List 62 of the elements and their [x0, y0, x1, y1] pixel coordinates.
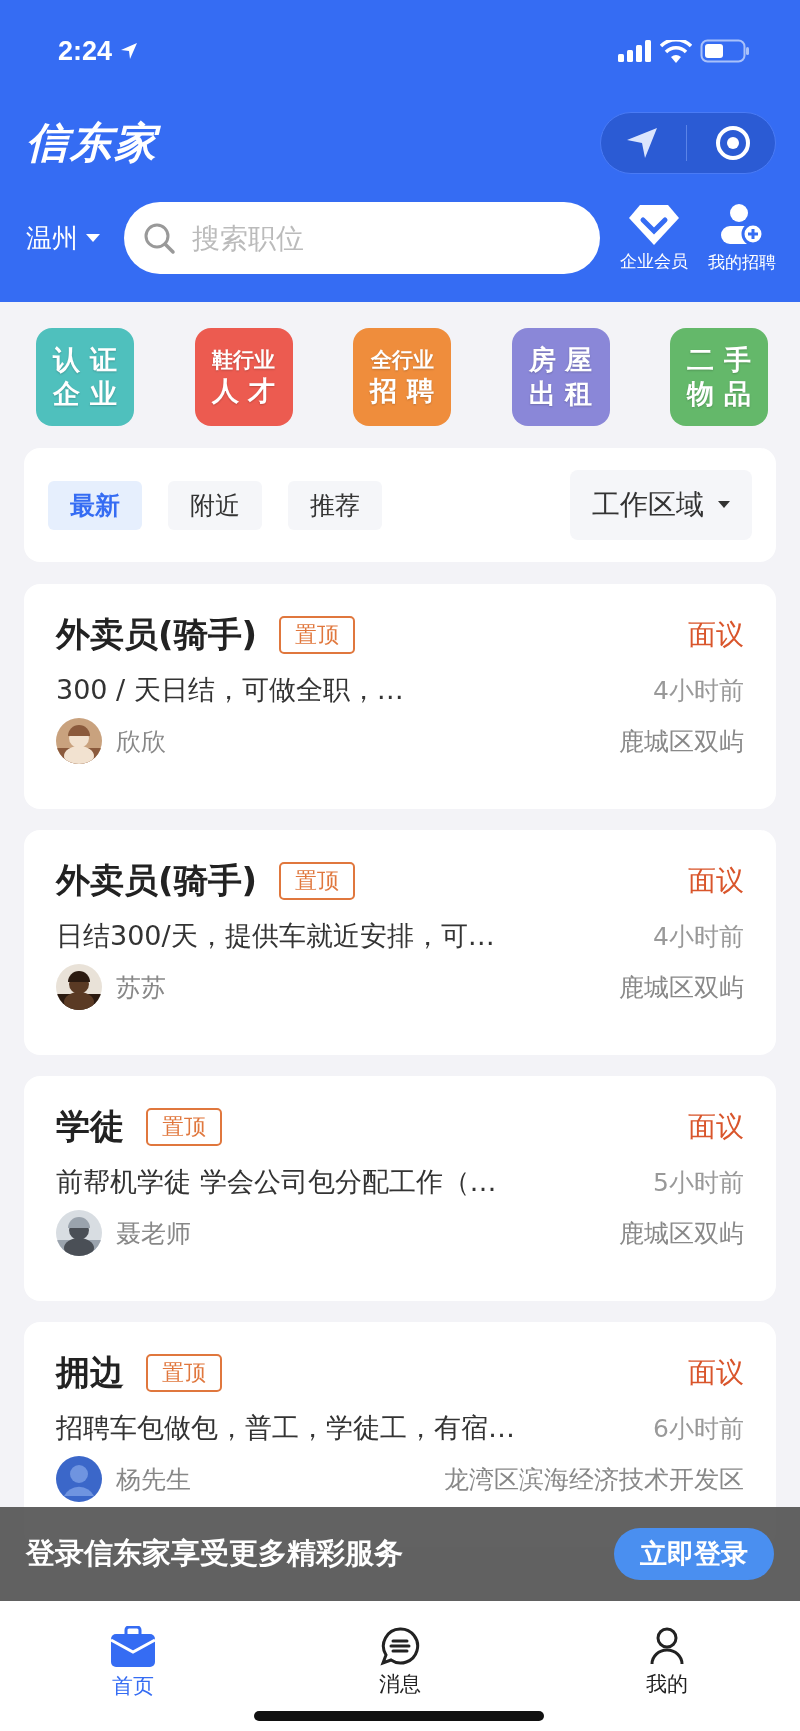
poster-name: 杨先生: [116, 1463, 191, 1496]
target-icon[interactable]: [713, 124, 752, 162]
pinned-tag: 置顶: [146, 1108, 222, 1146]
job-location: 鹿城区双屿: [619, 971, 744, 1004]
wifi-icon: [660, 39, 692, 63]
caret-icon: [86, 233, 100, 243]
location-arrow-icon: [120, 42, 139, 60]
pinned-tag: 置顶: [279, 616, 356, 654]
salary-text: 面议: [688, 1355, 744, 1391]
job-card[interactable]: 学徒 置顶 面议 前帮机学徒 学会公司包分配工作（… 5小时前 聂老师 鹿城区双屿: [24, 1076, 776, 1301]
category-tile[interactable]: 二 手 物 品: [670, 328, 768, 426]
job-title: 拥边: [56, 1351, 124, 1394]
job-title: 外卖员(骑手): [56, 859, 258, 902]
avatar-icon: [56, 1456, 102, 1502]
job-description: 300 / 天日结，可做全职，…: [56, 673, 404, 707]
header-action-button[interactable]: 企业会员: [620, 203, 688, 273]
category-tile[interactable]: 全行业 招 聘: [353, 328, 451, 426]
filter-tab[interactable]: 推荐: [288, 480, 382, 530]
tab-bar-item[interactable]: 我的: [606, 1625, 727, 1699]
chat-icon: [380, 1626, 420, 1666]
job-location: 鹿城区双屿: [619, 725, 744, 758]
poster-name: 聂老师: [116, 1217, 191, 1250]
login-button[interactable]: 立即登录: [614, 1528, 774, 1580]
job-title: 外卖员(骑手): [56, 613, 258, 656]
briefcase-icon: [110, 1626, 157, 1668]
job-title: 学徒: [56, 1105, 124, 1148]
battery-icon: [700, 39, 750, 63]
diamond-icon: [628, 203, 680, 246]
job-card[interactable]: 外卖员(骑手) 置顶 面议 日结300/天，提供车就近安排，可… 4小时前 苏苏 鹿城区双屿: [24, 830, 776, 1055]
poster-name: 欣欣: [116, 725, 166, 758]
category-tile[interactable]: 鞋行业 人 才: [194, 328, 293, 426]
filter-tab[interactable]: 最新: [48, 480, 142, 530]
salary-text: 面议: [688, 863, 744, 899]
filter-tab[interactable]: 附近: [168, 480, 262, 530]
user-add-icon: [719, 202, 765, 247]
status-time: 2:24: [58, 35, 113, 67]
category-tile[interactable]: 房 屋 出 租: [511, 328, 610, 426]
tab-bar-item[interactable]: 首页: [73, 1625, 194, 1701]
salary-text: 面议: [688, 617, 744, 653]
job-description: 前帮机学徒 学会公司包分配工作（…: [56, 1165, 497, 1199]
header-action-button[interactable]: 我的招聘: [708, 202, 776, 274]
post-time: 5小时前: [653, 1166, 744, 1199]
job-card[interactable]: 外卖员(骑手) 置顶 面议 300 / 天日结，可做全职，… 4小时前 欣欣 鹿城区双屿: [24, 584, 776, 809]
post-time: 4小时前: [653, 674, 744, 707]
tab-bar-item[interactable]: 消息: [340, 1625, 460, 1699]
user-icon: [648, 1626, 685, 1666]
job-location: 鹿城区双屿: [619, 1217, 744, 1250]
job-description: 日结300/天，提供车就近安排，可…: [56, 919, 495, 953]
signal-icon: [618, 40, 652, 62]
job-description: 招聘车包做包，普工，学徒工，有宿…: [56, 1411, 515, 1445]
poster-name: 苏苏: [116, 971, 166, 1004]
post-time: 6小时前: [653, 1412, 744, 1445]
search-icon: [142, 221, 176, 255]
pinned-tag: 置顶: [279, 862, 356, 900]
area-dropdown[interactable]: 工作区域: [570, 470, 752, 540]
post-time: 4小时前: [653, 920, 744, 953]
pinned-tag: 置顶: [146, 1354, 222, 1392]
search-field[interactable]: 搜索职位: [124, 202, 600, 274]
city-selector[interactable]: 温州: [26, 220, 100, 256]
job-location: 龙湾区滨海经济技术开发区: [444, 1463, 744, 1496]
caret-icon: [718, 501, 730, 509]
salary-text: 面议: [688, 1109, 744, 1145]
